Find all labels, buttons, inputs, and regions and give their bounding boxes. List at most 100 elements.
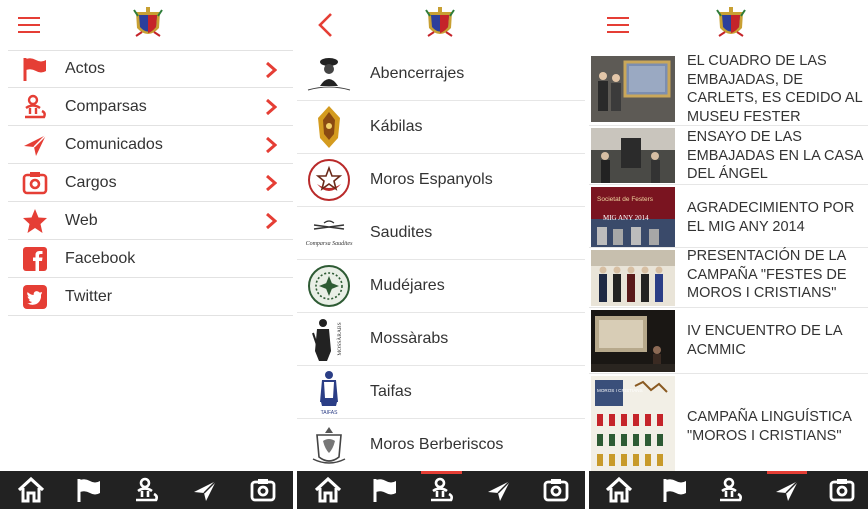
news-thumbnail: MOROS I CRISTIANS	[591, 376, 675, 474]
tab-comunicados[interactable]	[470, 471, 527, 509]
chevron-right-icon	[266, 175, 277, 191]
tab-comparsas[interactable]	[703, 471, 759, 509]
menu-item-cargos[interactable]: Cargos	[8, 164, 293, 202]
news-item[interactable]: Societat de Festers MIG ANY 2014 AGRADECI…	[589, 185, 868, 248]
menu-item-label: Comparsas	[65, 97, 147, 115]
list-item-label: Mudéjares	[370, 277, 445, 294]
moros-espanyols-logo	[299, 156, 359, 204]
camera-icon	[543, 479, 568, 502]
moros-berberiscos-logo	[299, 421, 359, 469]
list-item-label: Moros Berberiscos	[370, 436, 504, 453]
flag-icon	[663, 479, 686, 502]
hamburger-menu-icon[interactable]	[607, 17, 629, 33]
tab-cargos[interactable]	[234, 471, 292, 509]
list-item[interactable]: Abencerrajes	[297, 48, 585, 101]
tab-comparsas[interactable]	[413, 471, 470, 509]
list-item[interactable]: Kábilas	[297, 101, 585, 154]
chevron-right-icon	[266, 62, 277, 78]
app-header	[297, 0, 585, 48]
list-item-label: Taifas	[370, 383, 412, 400]
tab-bar	[297, 471, 585, 509]
menu-item-label: Twitter	[65, 287, 113, 305]
twitter-icon	[20, 282, 50, 312]
list-item[interactable]: MOSSÀRABS Mossàrabs	[297, 313, 585, 366]
news-title: AGRADECIMIENTO POR EL MIG ANY 2014	[687, 200, 855, 235]
menu-item-label: Comunicados	[65, 135, 163, 153]
menu-item-actos[interactable]: Actos	[8, 50, 293, 88]
news-title: EL CUADRO DE LAS EMBAJADAS, DE CARLETS, …	[687, 53, 863, 125]
menu-item-label: Actos	[65, 60, 106, 77]
crest-logo	[133, 7, 163, 37]
thumb-caption: Societat de Festers	[597, 196, 654, 203]
menu-item-comunicados[interactable]: Comunicados	[8, 126, 293, 164]
tab-home[interactable]	[2, 471, 60, 509]
paper-plane-icon	[20, 130, 50, 160]
tab-home[interactable]	[299, 471, 356, 509]
list-item-label: Kábilas	[370, 118, 423, 135]
paper-plane-icon	[776, 480, 799, 501]
news-item[interactable]: EL CUADRO DE LAS EMBAJADAS, DE CARLETS, …	[589, 53, 868, 126]
mossarabs-logo-text: MOSSÀRABS	[335, 322, 343, 355]
hamburger-menu-icon[interactable]	[18, 17, 40, 33]
app-header	[589, 0, 868, 48]
menu-item-web[interactable]: Web	[8, 202, 293, 240]
crest-logo	[716, 7, 746, 37]
menu-item-label: Facebook	[65, 249, 136, 267]
camera-icon	[829, 479, 854, 502]
tab-actos[interactable]	[356, 471, 413, 509]
people-icon	[720, 477, 742, 502]
people-icon	[430, 477, 453, 502]
news-title: PRESENTACIÓN DE LA CAMPAÑA "FESTES DE MO…	[687, 248, 847, 301]
tab-home[interactable]	[591, 471, 647, 509]
list-item[interactable]: Comparsa Saudites Saudites	[297, 207, 585, 260]
menu-item-facebook[interactable]: Facebook	[8, 240, 293, 278]
tab-cargos[interactable]	[527, 471, 584, 509]
news-thumbnail	[591, 250, 675, 306]
list-item[interactable]: TAIFAS Taifas	[297, 366, 585, 419]
home-icon	[314, 476, 341, 503]
list-item[interactable]: Mudéjares	[297, 260, 585, 313]
news-thumbnail	[591, 310, 675, 372]
crest-logo	[425, 7, 455, 37]
tab-actos[interactable]	[647, 471, 703, 509]
camera-icon	[250, 479, 276, 502]
news-item[interactable]: MOROS I CRISTIANS CAMPAÑA LINGUÍSTICA "M…	[589, 374, 868, 474]
tab-comunicados[interactable]	[759, 471, 815, 509]
news-item[interactable]: IV ENCUENTRO DE LA ACMMIC	[589, 308, 868, 374]
saudites-logo: Comparsa Saudites	[299, 209, 359, 257]
news-screen: EL CUADRO DE LAS EMBAJADAS, DE CARLETS, …	[589, 0, 868, 509]
mossarabs-logo: MOSSÀRABS	[299, 315, 359, 363]
news-title: IV ENCUENTRO DE LA ACMMIC	[687, 323, 842, 358]
back-arrow-icon[interactable]	[315, 12, 337, 38]
tab-cargos[interactable]	[815, 471, 868, 509]
menu-item-label: Web	[65, 211, 98, 229]
facebook-icon	[20, 244, 50, 274]
list-item[interactable]: Moros Espanyols	[297, 154, 585, 207]
mudejares-logo	[299, 262, 359, 310]
list-item[interactable]: Moros Berberiscos	[297, 419, 585, 472]
news-thumbnail	[591, 128, 675, 183]
tab-comparsas[interactable]	[118, 471, 176, 509]
taifas-logo-text: TAIFAS	[321, 410, 339, 416]
star-icon	[20, 206, 50, 236]
menu-item-comparsas[interactable]: Comparsas	[8, 88, 293, 126]
tab-comunicados[interactable]	[176, 471, 234, 509]
home-icon	[17, 476, 45, 503]
list-item-label: Moros Espanyols	[370, 171, 493, 188]
news-title: ENSAYO DE LAS EMBAJADAS EN LA CASA DEL Á…	[687, 129, 863, 182]
thumb-caption: MIG ANY 2014	[603, 214, 649, 222]
main-menu: Actos Comparsas Comunicados Cargos Web F…	[8, 50, 293, 316]
flag-icon	[20, 54, 50, 84]
tab-bar	[589, 471, 868, 509]
saudites-logo-text: Comparsa Saudites	[306, 241, 354, 247]
menu-item-twitter[interactable]: Twitter	[8, 278, 293, 316]
news-item[interactable]: PRESENTACIÓN DE LA CAMPAÑA "FESTES DE MO…	[589, 248, 868, 308]
chevron-right-icon	[266, 99, 277, 115]
flag-icon	[373, 479, 396, 502]
chevron-right-icon	[266, 213, 277, 229]
tab-actos[interactable]	[60, 471, 118, 509]
comparsas-list: Abencerrajes Kábilas Moros Espanyols Com…	[297, 48, 585, 472]
abencerrajes-logo	[299, 50, 359, 98]
news-item[interactable]: ENSAYO DE LAS EMBAJADAS EN LA CASA DEL Á…	[589, 126, 868, 185]
comparsas-screen: Abencerrajes Kábilas Moros Espanyols Com…	[297, 0, 585, 509]
